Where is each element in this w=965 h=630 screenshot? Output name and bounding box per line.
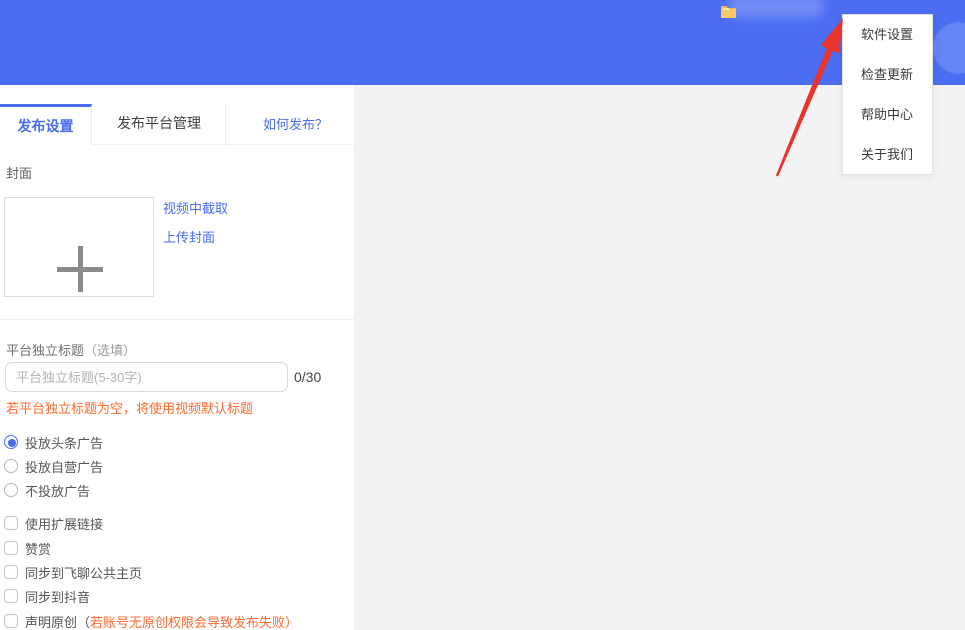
checkbox-sync-feiliao[interactable]: 同步到飞聊公共主页 [4,560,142,584]
header-bar [0,0,965,85]
platform-title-label: 平台独立标题（选填） [6,340,136,359]
section-divider [0,319,354,320]
app-window: 发布设置 发布平台管理 如何发布？ 封面 视频中截取 上传封面 平台独立标题（选… [0,0,965,630]
platform-title-input[interactable] [5,362,288,392]
empty-title-warning: 若平台独立标题为空，将使用视频默认标题 [6,398,253,417]
publish-settings-panel: 发布设置 发布平台管理 如何发布？ 封面 视频中截取 上传封面 平台独立标题（选… [0,85,354,630]
checkbox-appreciation[interactable]: 赞赏 [4,536,51,560]
settings-dropdown-menu: 软件设置 检查更新 帮助中心 关于我们 [842,14,933,175]
radio-label: 投放头条广告 [25,433,103,452]
checkbox-label: 赞赏 [25,539,51,558]
tab-bar: 发布设置 发布平台管理 如何发布？ [0,104,354,145]
menu-item-software-settings[interactable]: 软件设置 [843,15,932,55]
decorative-circle [933,22,965,74]
checkbox-icon[interactable] [4,614,18,628]
checkbox-label-warning: 若账号无原创权限会导致发布失败） [90,615,298,630]
checkbox-icon[interactable] [4,589,18,603]
plus-icon [78,246,83,292]
menu-item-help-center[interactable]: 帮助中心 [843,95,932,135]
radio-icon[interactable] [4,459,18,473]
tab-platform-management[interactable]: 发布平台管理 [93,104,226,145]
redacted-account-blur [728,0,824,17]
radio-self-ads[interactable]: 投放自营广告 [4,454,103,478]
optional-hint: （选填） [84,343,136,358]
radio-label: 投放自营广告 [25,457,103,476]
checkbox-label: 同步到抖音 [25,587,90,606]
radio-no-ads[interactable]: 不投放广告 [4,478,90,502]
folder-icon[interactable] [720,3,738,20]
radio-icon-selected[interactable] [4,435,18,449]
checkbox-label: 声明原创（若账号无原创权限会导致发布失败） [25,612,298,630]
checkbox-extended-link[interactable]: 使用扩展链接 [4,511,103,535]
char-counter: 0/30 [294,369,321,385]
tab-publish-settings[interactable]: 发布设置 [0,104,92,145]
checkbox-sync-douyin[interactable]: 同步到抖音 [4,584,90,608]
menu-item-about-us[interactable]: 关于我们 [843,135,932,175]
capture-from-video-link[interactable]: 视频中截取 [163,198,228,217]
platform-title-label-text: 平台独立标题 [6,343,84,358]
checkbox-label: 同步到飞聊公共主页 [25,563,142,582]
checkbox-icon[interactable] [4,541,18,555]
cover-upload-box[interactable] [4,197,154,297]
checkbox-declare-original[interactable]: 声明原创（若账号无原创权限会导致发布失败） [4,609,298,630]
radio-label: 不投放广告 [25,481,90,500]
cover-section-label: 封面 [6,163,32,182]
radio-icon[interactable] [4,483,18,497]
upload-cover-link[interactable]: 上传封面 [163,227,215,246]
checkbox-icon[interactable] [4,565,18,579]
checkbox-label-text: 声明原创（ [25,615,90,630]
checkbox-label: 使用扩展链接 [25,514,103,533]
menu-item-check-updates[interactable]: 检查更新 [843,55,932,95]
radio-toutiao-ads[interactable]: 投放头条广告 [4,430,103,454]
how-to-publish-link[interactable]: 如何发布？ [263,104,328,145]
checkbox-icon[interactable] [4,516,18,530]
